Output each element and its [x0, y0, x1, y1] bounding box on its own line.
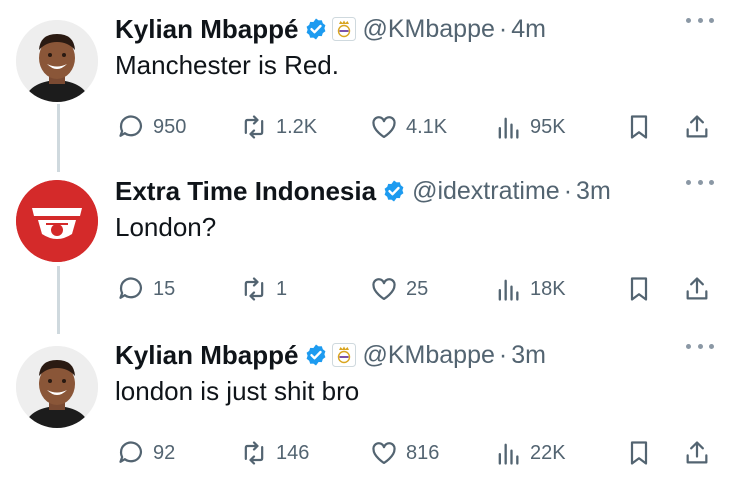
views-button[interactable]: 95K — [494, 110, 566, 144]
views-icon — [498, 279, 519, 301]
bookmark-icon — [630, 277, 648, 301]
separator-dot: · — [498, 14, 508, 43]
like-button[interactable]: 25 — [370, 272, 428, 306]
bookmark-button[interactable] — [625, 110, 653, 144]
retweet-count: 1 — [276, 277, 288, 300]
like-count: 25 — [406, 277, 429, 300]
retweet-button[interactable]: 1 — [240, 272, 287, 306]
retweet-count: 1.2K — [276, 115, 318, 138]
share-button[interactable] — [683, 436, 711, 470]
retweet-icon — [244, 441, 264, 465]
like-button[interactable]: 816 — [370, 436, 439, 470]
tweet-text: london is just shit bro — [115, 376, 360, 406]
heart-icon — [372, 442, 396, 465]
bookmark-icon — [630, 441, 648, 465]
handle[interactable]: @KMbappe — [362, 15, 494, 44]
extra-time-logo — [16, 180, 98, 262]
reply-button[interactable]: 92 — [117, 436, 175, 470]
more-options-icon[interactable] — [686, 180, 714, 190]
bookmark-icon — [630, 115, 648, 139]
avatar[interactable] — [16, 346, 98, 428]
like-button[interactable]: 4.1K — [370, 110, 447, 144]
bookmark-button[interactable] — [625, 436, 653, 470]
reply-button[interactable]: 15 — [117, 272, 175, 306]
action-bar: 92 146 816 22K — [0, 436, 730, 470]
reply-icon — [119, 441, 143, 463]
views-icon — [498, 117, 519, 139]
views-icon — [498, 443, 519, 465]
retweet-button[interactable]: 1.2K — [240, 110, 317, 144]
reply-count: 92 — [153, 441, 176, 464]
verified-badge-icon — [307, 18, 326, 40]
timestamp[interactable]: 3m — [576, 177, 611, 206]
handle[interactable]: @idextratime — [412, 177, 560, 206]
tweet-text: Manchester is Red. — [115, 50, 339, 80]
share-button[interactable] — [683, 110, 711, 144]
more-options-icon[interactable] — [686, 344, 714, 354]
avatar[interactable] — [16, 20, 98, 102]
retweet-icon — [244, 277, 264, 301]
timestamp[interactable]: 3m — [511, 341, 546, 370]
heart-icon — [372, 278, 396, 301]
share-button[interactable] — [683, 272, 711, 306]
separator-dot: · — [498, 340, 508, 369]
share-icon — [686, 277, 708, 300]
heart-icon — [372, 116, 396, 139]
separator-dot: · — [563, 176, 573, 205]
reply-icon — [119, 277, 143, 299]
view-count: 18K — [530, 277, 566, 300]
reply-icon — [119, 115, 143, 137]
real-madrid-badge-icon — [332, 343, 357, 367]
display-name[interactable]: Extra Time Indonesia — [115, 176, 376, 207]
action-bar: 950 1.2K 4.1K 95K — [0, 110, 730, 144]
reply-count: 15 — [153, 277, 176, 300]
handle[interactable]: @KMbappe — [362, 341, 494, 370]
view-count: 95K — [530, 115, 566, 138]
avatar[interactable] — [16, 180, 98, 262]
view-count: 22K — [530, 441, 566, 464]
retweet-count: 146 — [276, 441, 310, 464]
bookmark-button[interactable] — [625, 272, 653, 306]
share-icon — [686, 441, 708, 464]
tweet-text: London? — [115, 212, 217, 242]
like-count: 4.1K — [406, 115, 448, 138]
timestamp[interactable]: 4m — [511, 15, 546, 44]
views-button[interactable]: 22K — [494, 436, 566, 470]
verified-badge-icon — [384, 180, 404, 202]
display-name[interactable]: Kylian Mbappé — [115, 340, 298, 371]
retweet-button[interactable]: 146 — [240, 436, 309, 470]
verified-badge-icon — [307, 344, 326, 366]
real-madrid-badge-icon — [332, 17, 357, 41]
more-options-icon[interactable] — [686, 18, 714, 28]
share-icon — [686, 115, 708, 138]
retweet-icon — [244, 115, 264, 139]
reply-button[interactable]: 950 — [117, 110, 186, 144]
action-bar: 15 1 25 18K — [0, 272, 730, 306]
display-name[interactable]: Kylian Mbappé — [115, 14, 298, 45]
reply-count: 950 — [153, 115, 187, 138]
views-button[interactable]: 18K — [494, 272, 566, 306]
like-count: 816 — [406, 441, 440, 464]
